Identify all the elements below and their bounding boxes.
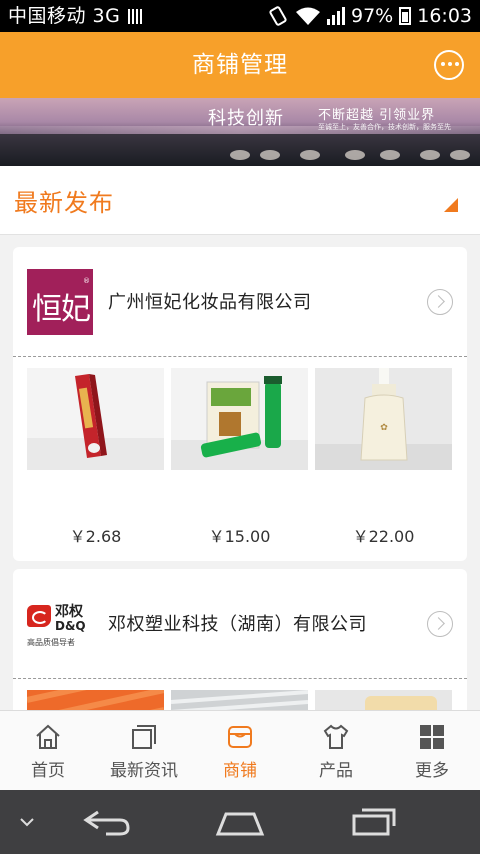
back-icon[interactable]	[82, 808, 132, 836]
bottom-nav: 首页 最新资讯 商铺 产品 更多	[0, 710, 480, 791]
logo-tagline: 高品质倡导者	[27, 638, 75, 647]
nav-label: 最新资讯	[110, 761, 178, 781]
product-image[interactable]	[315, 690, 452, 710]
product-image[interactable]: ✿	[315, 368, 452, 470]
company-name: 广州恒妃化妆品有限公司	[108, 292, 312, 313]
wifi-icon	[296, 7, 320, 25]
chat-bubble-icon[interactable]	[434, 50, 464, 80]
shop-card-header[interactable]: 恒妃 ® 广州恒妃化妆品有限公司	[13, 247, 467, 357]
logo-text-cn: 邓权	[55, 604, 83, 620]
nav-item-products[interactable]: 产品	[288, 711, 384, 791]
logo-text-en: D&Q	[55, 619, 86, 633]
sim-bars-icon	[128, 9, 142, 24]
home-button-icon[interactable]	[214, 808, 266, 836]
grid-icon	[420, 725, 444, 749]
nav-label: 商铺	[223, 761, 257, 781]
company-name: 邓权塑业科技（湖南）有限公司	[108, 614, 367, 635]
product-image[interactable]	[171, 690, 308, 710]
chevron-right-icon[interactable]	[427, 611, 453, 637]
shop-logo: 恒妃 ®	[27, 269, 93, 335]
section-header[interactable]: 最新发布	[0, 166, 480, 235]
shop-card[interactable]: 邓权 D&Q 高品质倡导者 邓权塑业科技（湖南）有限公司	[13, 569, 467, 710]
shirt-icon	[323, 724, 349, 749]
shop-icon	[228, 726, 252, 748]
nav-label: 更多	[415, 761, 449, 781]
hide-keyboard-icon[interactable]	[18, 816, 36, 828]
recent-apps-icon[interactable]	[350, 806, 398, 838]
battery-icon	[399, 7, 412, 25]
product-image[interactable]	[171, 368, 308, 470]
product-image[interactable]	[27, 690, 164, 710]
banner-slogan: 科技创新	[208, 108, 284, 129]
app-header: 商铺管理	[0, 32, 480, 98]
product-price: ￥15.00	[208, 527, 271, 546]
clock: 16:03	[417, 5, 472, 27]
product-price: ￥2.68	[69, 527, 122, 546]
product-image[interactable]	[27, 368, 164, 470]
shop-card[interactable]: 恒妃 ® 广州恒妃化妆品有限公司 ✿ ￥2.68 ￥15.00 ￥22.00	[13, 247, 467, 561]
nav-item-home[interactable]: 首页	[0, 711, 96, 791]
vibrate-icon	[269, 6, 287, 26]
nav-item-shop[interactable]: 商铺	[192, 711, 288, 791]
shop-list[interactable]: 恒妃 ® 广州恒妃化妆品有限公司 ✿ ￥2.68 ￥15.00 ￥22.00 邓…	[0, 235, 480, 710]
banner-slogan-secondary: 不断超越 引领业界	[318, 108, 436, 123]
carrier-label: 中国移动 3G	[8, 5, 121, 27]
battery-percent: 97%	[351, 5, 394, 27]
section-title: 最新发布	[14, 189, 114, 217]
shop-card-header[interactable]: 邓权 D&Q 高品质倡导者 邓权塑业科技（湖南）有限公司	[13, 569, 467, 679]
product-price: ￥22.00	[352, 527, 415, 546]
svg-text:✿: ✿	[380, 423, 388, 433]
nav-item-news[interactable]: 最新资讯	[96, 711, 192, 791]
shop-logo: 邓权 D&Q 高品质倡导者	[27, 591, 93, 657]
promo-banner[interactable]: 科技创新 不断超越 引领业界 至诚至上，友善合作，技术创新，服务至先	[0, 98, 480, 166]
chevron-right-icon[interactable]	[427, 289, 453, 315]
logo-mark-icon	[27, 605, 51, 627]
banner-slogan-small: 至诚至上，友善合作，技术创新，服务至先	[318, 123, 451, 131]
nav-label: 产品	[319, 761, 353, 781]
system-nav-bar	[0, 790, 480, 854]
logo-text: 恒妃	[32, 292, 91, 327]
nav-item-more[interactable]: 更多	[384, 711, 480, 791]
page-title: 商铺管理	[192, 52, 288, 78]
corner-triangle-icon	[444, 198, 458, 212]
home-icon	[36, 724, 60, 749]
banner-factory	[0, 134, 480, 166]
nav-label: 首页	[31, 761, 65, 781]
status-bar: 中国移动 3G 97% 16:03	[0, 0, 480, 32]
news-icon	[132, 725, 156, 749]
signal-icon	[327, 7, 345, 25]
